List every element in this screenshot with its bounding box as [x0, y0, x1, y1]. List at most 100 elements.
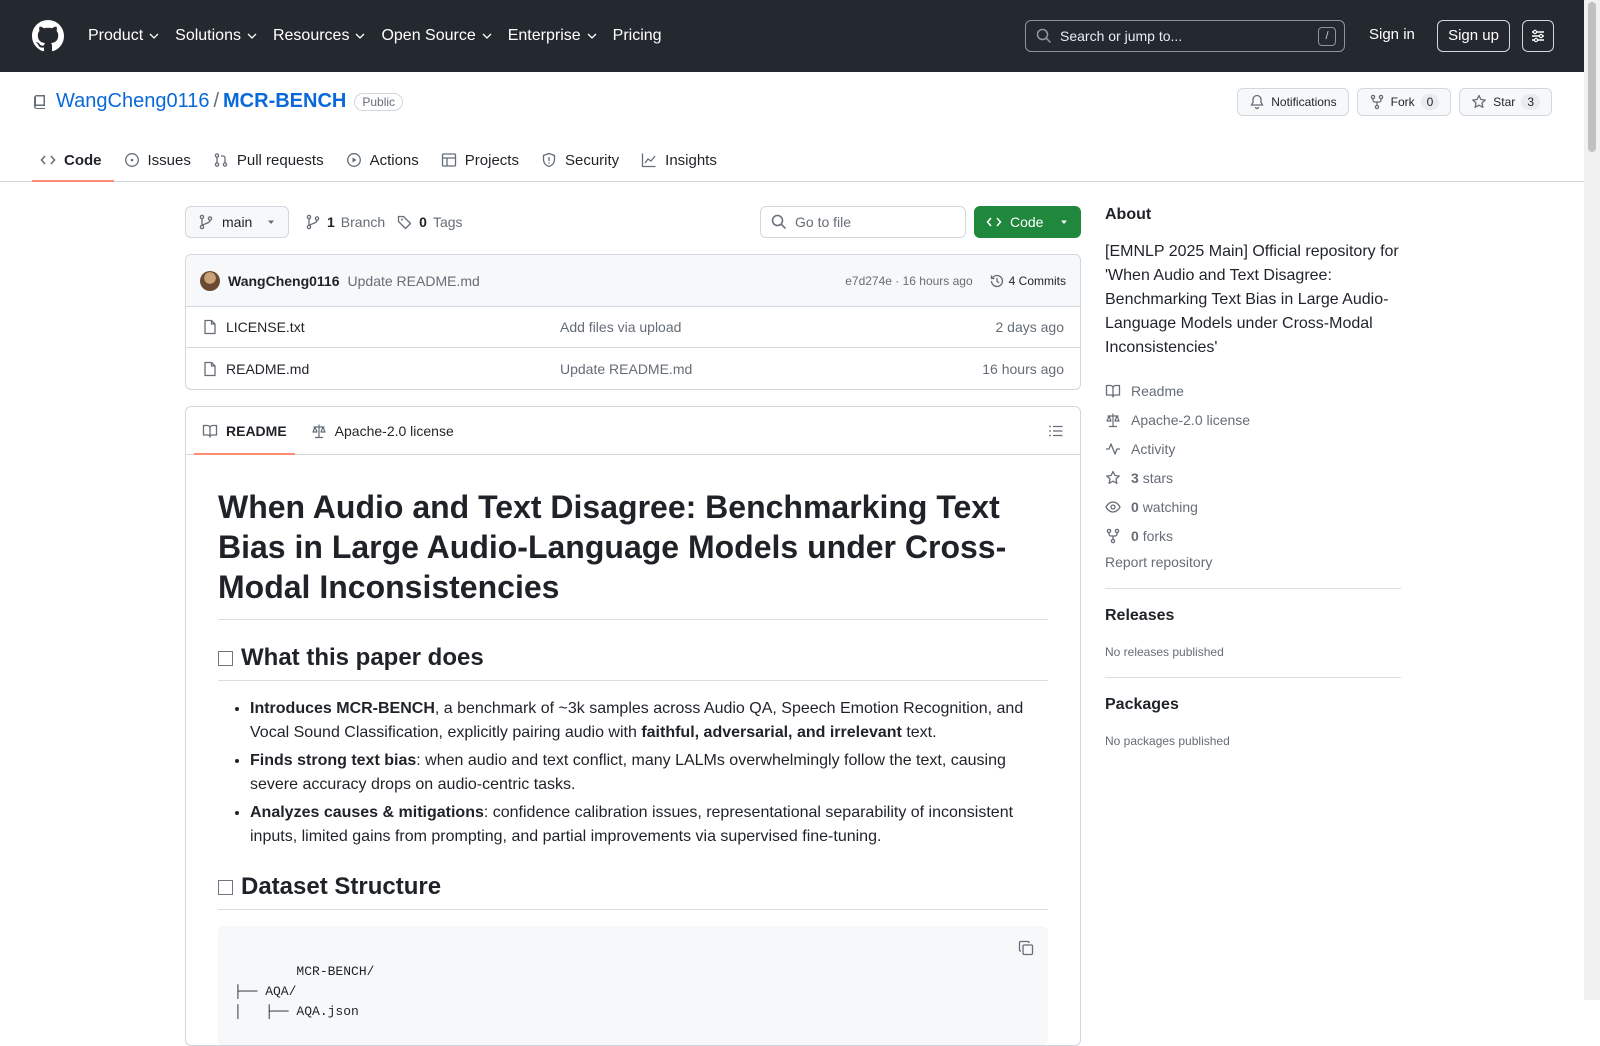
tab-label: Apache-2.0 license — [334, 422, 454, 439]
nav-solutions[interactable]: Solutions — [175, 27, 257, 45]
stars-count: 3 — [1131, 469, 1139, 486]
code-icon — [40, 155, 56, 165]
search-icon — [1036, 28, 1052, 44]
code-icon — [986, 217, 1002, 227]
nav-open-source[interactable]: Open Source — [381, 27, 492, 45]
code-dropdown-button[interactable]: Code — [974, 206, 1081, 238]
tab-pull-requests[interactable]: Pull requests — [205, 138, 336, 182]
nav-label: Enterprise — [507, 27, 581, 44]
table-row[interactable]: LICENSE.txt Add files via upload 2 days … — [186, 307, 1080, 348]
list-icon[interactable] — [1048, 423, 1064, 439]
forks-link[interactable]: 0 forks — [1105, 521, 1401, 550]
tag-label: Tags — [432, 214, 463, 230]
avatar[interactable] — [200, 270, 220, 291]
divider — [1105, 588, 1401, 589]
notifications-button[interactable]: Notifications — [1237, 88, 1349, 116]
repo-title: WangCheng0116 / MCR-BENCH Public — [32, 90, 404, 113]
branch-count: 1 — [327, 214, 335, 230]
triangle-down-icon — [268, 220, 274, 224]
github-logo-icon[interactable] — [32, 20, 64, 52]
file-name-link[interactable]: README.md — [226, 361, 309, 377]
branches-link[interactable]: 1 Branch — [305, 214, 385, 230]
tab-actions[interactable]: Actions — [338, 138, 431, 182]
commit-message-link[interactable]: Update README.md — [348, 273, 480, 289]
file-date: 16 hours ago — [982, 360, 1064, 377]
readme-title: When Audio and Text Disagree: Benchmarki… — [218, 487, 1048, 620]
releases-heading[interactable]: Releases — [1105, 607, 1401, 625]
repo-owner-link[interactable]: WangCheng0116 — [56, 90, 209, 113]
sign-up-button[interactable]: Sign up — [1437, 20, 1510, 52]
scrollbar-thumb[interactable] — [1588, 2, 1596, 152]
repo-name-link[interactable]: MCR-BENCH — [223, 90, 346, 113]
nav-label: Pricing — [612, 27, 662, 44]
bullet-bold: Finds strong text bias — [250, 752, 417, 769]
file-commit-message[interactable]: Add files via upload — [560, 319, 681, 335]
nav-label: Solutions — [175, 27, 241, 44]
tab-security[interactable]: Security — [533, 138, 631, 182]
play-icon — [346, 153, 361, 167]
menu-button[interactable] — [1522, 20, 1554, 52]
commit-author-link[interactable]: WangCheng0116 — [228, 273, 340, 289]
tab-insights[interactable]: Insights — [633, 138, 729, 182]
tab-projects[interactable]: Projects — [433, 138, 531, 182]
repo-header: WangCheng0116 / MCR-BENCH Public Notific… — [0, 72, 1584, 182]
copy-icon[interactable] — [1018, 940, 1034, 956]
nav-pricing[interactable]: Pricing — [613, 27, 662, 45]
packages-empty: No packages published — [1105, 734, 1230, 748]
branch-icon — [199, 214, 213, 230]
star-button[interactable]: Star 3 — [1459, 88, 1552, 116]
fork-icon — [1370, 94, 1383, 110]
search-icon — [771, 214, 787, 230]
file-name-link[interactable]: LICENSE.txt — [226, 319, 305, 335]
top-nav: Product Solutions Resources Open Source … — [88, 27, 678, 45]
pull-request-icon — [214, 153, 228, 167]
license-link[interactable]: Apache-2.0 license — [1105, 405, 1401, 434]
packages-heading[interactable]: Packages — [1105, 696, 1401, 714]
bullet-bold: Introduces MCR-BENCH — [250, 700, 435, 717]
nav-product[interactable]: Product — [88, 27, 159, 45]
commits-link[interactable]: 4 Commits — [989, 273, 1066, 289]
report-repository-link[interactable]: Report repository — [1105, 554, 1401, 570]
nav-enterprise[interactable]: Enterprise — [508, 27, 597, 45]
bullet-text: text. — [901, 724, 937, 741]
tab-license[interactable]: Apache-2.0 license — [303, 407, 462, 455]
activity-link[interactable]: Activity — [1105, 434, 1401, 463]
watching-link[interactable]: 0 watching — [1105, 492, 1401, 521]
tab-issues[interactable]: Issues — [116, 138, 203, 182]
about-sidebar: About [EMNLP 2025 Main] Official reposit… — [1105, 206, 1401, 748]
history-icon — [990, 274, 1003, 287]
branch-icon — [306, 214, 320, 230]
link-label: Apache-2.0 license — [1131, 411, 1251, 428]
tab-label: README — [226, 422, 287, 439]
table-row[interactable]: README.md Update README.md 16 hours ago — [186, 348, 1080, 389]
visibility-badge: Public — [354, 92, 404, 111]
readme-body: When Audio and Text Disagree: Benchmarki… — [186, 455, 1080, 1045]
go-to-file-input[interactable]: Go to file — [760, 206, 966, 238]
file-list: WangCheng0116 Update README.md e7d274e ·… — [185, 254, 1081, 390]
checkbox-glyph-icon — [218, 879, 233, 895]
book-icon — [1105, 384, 1121, 398]
commit-hash-time[interactable]: e7d274e · 16 hours ago — [845, 274, 972, 288]
tab-code[interactable]: Code — [32, 138, 114, 182]
star-icon — [1106, 470, 1120, 484]
fork-button[interactable]: Fork 0 — [1356, 88, 1452, 116]
tags-link[interactable]: 0 Tags — [397, 214, 463, 230]
about-links: Readme Apache-2.0 license Activity 3 sta… — [1105, 376, 1401, 571]
shortcut-key: / — [1318, 27, 1336, 46]
search-placeholder: Search or jump to... — [1060, 28, 1183, 44]
pulse-icon — [1106, 442, 1120, 455]
scrollbar[interactable] — [1584, 0, 1600, 1000]
nav-resources[interactable]: Resources — [273, 27, 365, 45]
stars-link[interactable]: 3 stars — [1105, 463, 1401, 492]
tab-readme[interactable]: README — [194, 407, 295, 455]
link-label: Activity — [1131, 440, 1176, 457]
tag-count: 0 — [419, 214, 427, 230]
search-input[interactable]: Search or jump to... / — [1025, 20, 1345, 52]
branch-selector[interactable]: main — [185, 206, 289, 238]
sign-in-link[interactable]: Sign in — [1369, 26, 1415, 43]
star-icon — [1472, 94, 1487, 108]
readme-link[interactable]: Readme — [1105, 376, 1401, 405]
tab-label: Issues — [147, 151, 191, 169]
file-commit-message[interactable]: Update README.md — [560, 361, 692, 377]
chevron-down-icon — [355, 33, 365, 39]
